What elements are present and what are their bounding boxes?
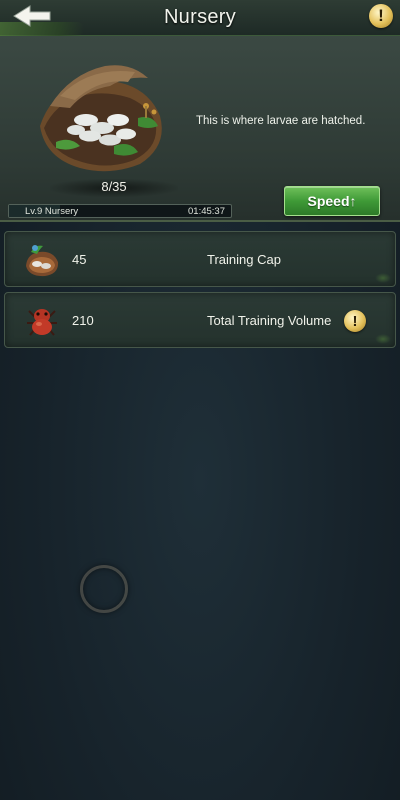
speed-up-button[interactable]: Speed↑ — [284, 186, 380, 216]
upgrade-progress-bar: Lv.9 Nursery 01:45:37 — [8, 204, 232, 218]
leaf-decoration — [375, 273, 391, 283]
larva-nest-icon — [26, 245, 59, 277]
building-level-label: Lv.9 Nursery — [25, 206, 79, 217]
training-volume-value: 210 — [72, 313, 94, 328]
training-cap-row: 45 Training Cap — [4, 231, 396, 287]
header-bar: Nursery ! — [0, 0, 400, 36]
page-title: Nursery — [163, 6, 237, 28]
building-panel: This is where larvae are hatched. 8/35 L… — [0, 36, 400, 222]
speed-up-label: Speed↑ — [307, 193, 357, 209]
nursery-nest-image — [40, 65, 162, 172]
red-ant-icon — [27, 309, 57, 336]
training-cap-label: Training Cap — [207, 252, 281, 267]
training-volume-info-button[interactable]: ! — [344, 310, 366, 332]
larvae-count: 8/35 — [50, 179, 178, 197]
training-volume-label: Total Training Volume — [207, 313, 332, 328]
info-button[interactable]: ! — [369, 4, 393, 28]
training-cap-value: 45 — [72, 252, 87, 267]
exclamation-icon: ! — [352, 312, 358, 330]
building-description: This is where larvae are hatched. — [196, 115, 366, 127]
training-volume-row: 210 Total Training Volume ! — [4, 292, 396, 348]
joystick-ring[interactable] — [80, 565, 128, 613]
leaf-decoration — [375, 334, 391, 344]
countdown-timer: 01:45:37 — [188, 206, 225, 217]
exclamation-icon: ! — [378, 6, 384, 25]
